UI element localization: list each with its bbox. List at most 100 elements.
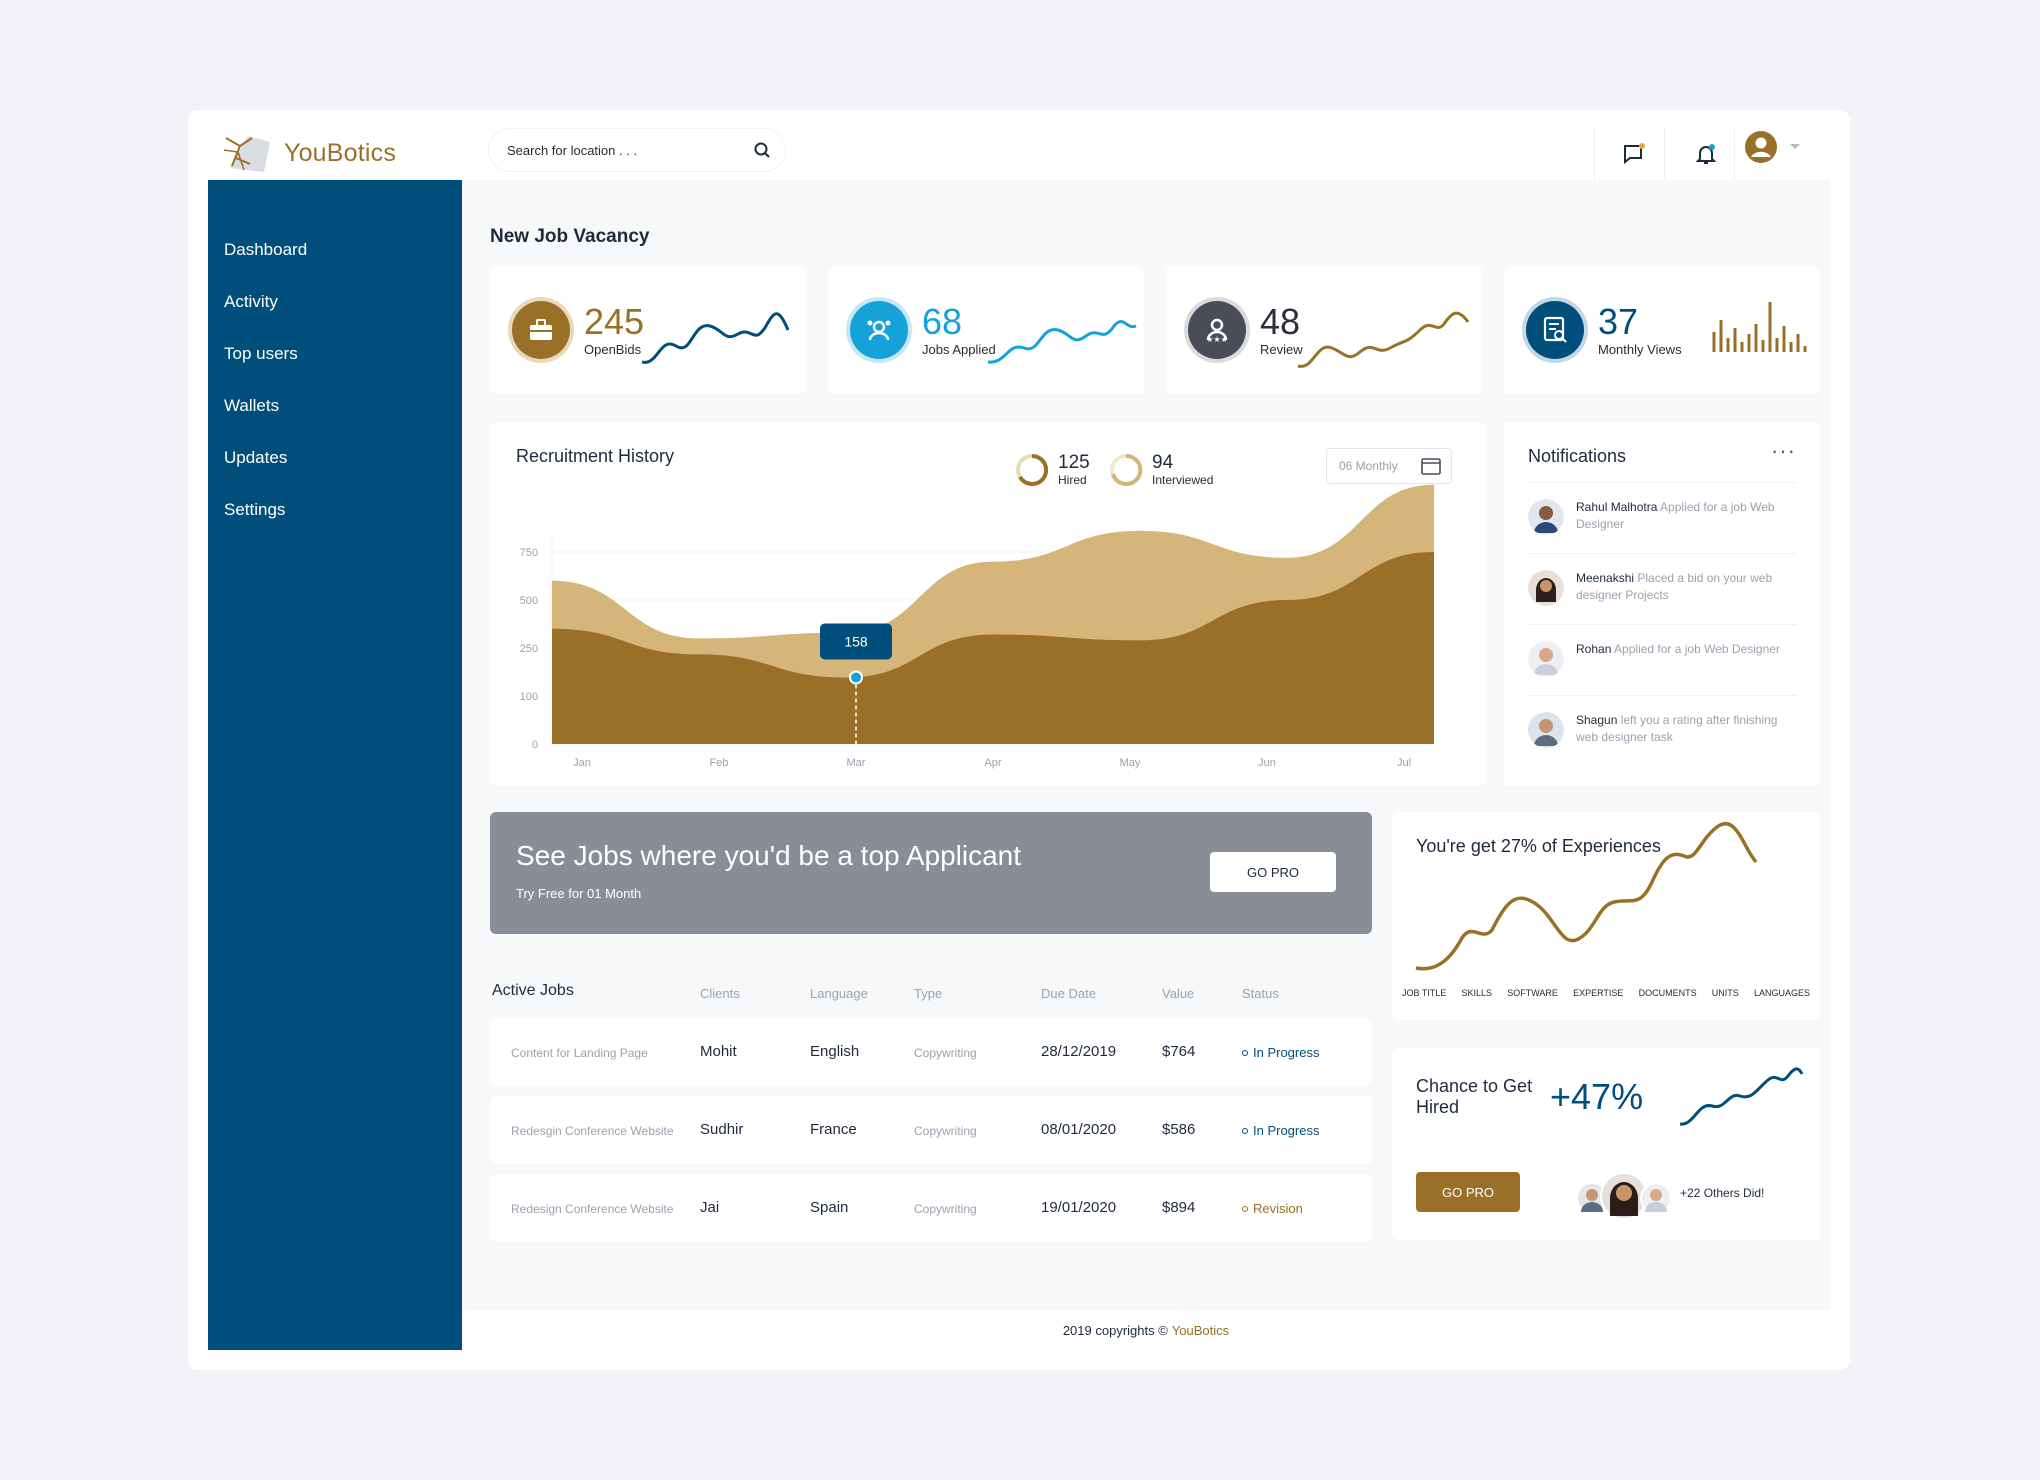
more-options-icon[interactable]: ··· bbox=[1771, 438, 1796, 464]
x-tick-label: Apr bbox=[984, 757, 1001, 769]
bell-icon bbox=[1695, 144, 1717, 164]
recruitment-history-card: Recruitment History 125 Hired 94 Intervi… bbox=[490, 422, 1486, 786]
stat-card-review[interactable]: ★★★ 48 Review bbox=[1166, 266, 1482, 394]
search-bar[interactable] bbox=[488, 128, 786, 172]
stat-card-open-bids[interactable]: 245 OpenBids bbox=[490, 266, 806, 394]
y-tick-label: 250 bbox=[520, 643, 538, 655]
messages-button[interactable] bbox=[1616, 136, 1652, 172]
x-tick-label: May bbox=[1120, 757, 1141, 769]
main-content: New Job Vacancy 245 OpenBids 68 Jobs App… bbox=[462, 180, 1830, 1310]
briefcase-icon bbox=[512, 301, 570, 359]
chance-label: Chance to Get Hired bbox=[1416, 1076, 1533, 1117]
notification-name: Shagun bbox=[1576, 713, 1618, 727]
stat-value: 245 bbox=[584, 300, 645, 342]
axis-label: SOFTWARE bbox=[1507, 988, 1558, 998]
notification-name: Rohan bbox=[1576, 642, 1612, 656]
axis-label: JOB TITLE bbox=[1402, 988, 1447, 998]
highlight-point bbox=[849, 670, 863, 685]
y-tick-label: 100 bbox=[520, 691, 538, 703]
stat-label: OpenBids bbox=[584, 341, 642, 357]
sidebar-item-updates[interactable]: Updates bbox=[208, 432, 462, 484]
column-header[interactable]: Due Date bbox=[1041, 986, 1096, 1001]
header-divider bbox=[1664, 128, 1665, 180]
chance-card: Chance to Get Hired +47% GO PRO +22 Othe… bbox=[1392, 1048, 1820, 1240]
notification-item[interactable]: Rohan Applied for a job Web Designer bbox=[1528, 624, 1796, 695]
search-input[interactable] bbox=[507, 142, 753, 158]
sidebar-item-dashboard[interactable]: Dashboard bbox=[208, 224, 462, 276]
axis-label: EXPERTISE bbox=[1573, 988, 1624, 998]
job-value: $764 bbox=[1162, 1043, 1196, 1060]
x-tick-label: Feb bbox=[710, 757, 729, 769]
avatar bbox=[1528, 570, 1564, 606]
sparkline bbox=[1679, 1067, 1804, 1126]
job-due-date: 19/01/2020 bbox=[1041, 1199, 1117, 1216]
job-value: $586 bbox=[1162, 1121, 1196, 1138]
notifications-card: Notifications ··· Rahul Malhotra Applied… bbox=[1504, 422, 1820, 786]
column-header[interactable]: Language bbox=[810, 986, 868, 1001]
job-value: $894 bbox=[1162, 1199, 1196, 1216]
active-jobs-header: Active Jobs Clients Language Type Due Da… bbox=[462, 982, 1362, 1006]
go-pro-button[interactable]: GO PRO bbox=[1210, 852, 1336, 892]
status-badge: In Progress bbox=[1242, 1045, 1319, 1060]
sidebar-item-top-users[interactable]: Top users bbox=[208, 328, 462, 380]
search-icon[interactable] bbox=[753, 141, 771, 159]
others-count: +22 Others Did! bbox=[1680, 1186, 1765, 1200]
job-language: Spain bbox=[810, 1199, 849, 1216]
footer: 2019 copyrights © YouBotics bbox=[462, 1310, 1830, 1350]
x-tick-label: Mar bbox=[847, 757, 866, 769]
job-due-date: 28/12/2019 bbox=[1041, 1043, 1117, 1060]
stat-card-monthly-views[interactable]: 37 Monthly Views bbox=[1504, 266, 1820, 394]
review-icon: ★★★ bbox=[1188, 301, 1246, 359]
notification-item[interactable]: Meenakshi Placed a bid on your web desig… bbox=[1528, 553, 1796, 624]
avatar bbox=[1528, 499, 1564, 535]
profile-menu[interactable] bbox=[1744, 130, 1802, 164]
stat-value: 37 bbox=[1598, 300, 1639, 342]
axis-label: DOCUMENTS bbox=[1638, 988, 1697, 998]
sidebar-item-activity[interactable]: Activity bbox=[208, 276, 462, 328]
avatar bbox=[1528, 712, 1564, 748]
table-row[interactable]: Redesgin Conference Website Sudhir Franc… bbox=[490, 1096, 1372, 1164]
footer-brand-link[interactable]: YouBotics bbox=[1172, 1323, 1229, 1338]
notification-item[interactable]: Shagun left you a rating after finishing… bbox=[1528, 695, 1796, 766]
promo-subtitle: Try Free for 01 Month bbox=[516, 886, 642, 901]
job-language: France bbox=[810, 1121, 857, 1138]
notifications-button[interactable] bbox=[1688, 136, 1724, 172]
axis-label: LANGUAGES bbox=[1753, 988, 1810, 998]
promo-title: See Jobs where you'd be a top Applicant bbox=[516, 840, 1022, 871]
experience-axis: JOB TITLE SKILLS SOFTWARE EXPERTISE DOCU… bbox=[1402, 988, 1810, 998]
sparkline bbox=[1297, 311, 1470, 368]
promo-banner: See Jobs where you'd be a top Applicant … bbox=[490, 812, 1372, 934]
header-divider bbox=[1734, 128, 1735, 180]
notification-item[interactable]: Rahul Malhotra Applied for a job Web Des… bbox=[1528, 482, 1796, 553]
axis-label: SKILLS bbox=[1461, 988, 1493, 998]
sparkline bbox=[987, 320, 1137, 364]
column-header[interactable]: Value bbox=[1162, 986, 1194, 1001]
job-title: Redesgin Conference Website bbox=[511, 1124, 674, 1138]
job-language: English bbox=[810, 1043, 860, 1060]
sidebar-item-settings[interactable]: Settings bbox=[208, 484, 462, 536]
table-row[interactable]: Redesign Conference Website Jai Spain Co… bbox=[490, 1174, 1372, 1242]
stat-card-jobs-applied[interactable]: 68 Jobs Applied bbox=[828, 266, 1144, 394]
sidebar-item-wallets[interactable]: Wallets bbox=[208, 380, 462, 432]
job-client: Jai bbox=[700, 1199, 720, 1216]
x-tick-label: Jun bbox=[1258, 757, 1276, 769]
column-header: Active Jobs bbox=[492, 982, 574, 999]
logo[interactable]: YouBotics bbox=[218, 128, 396, 178]
go-pro-button[interactable]: GO PRO bbox=[1416, 1172, 1520, 1212]
notifications-title: Notifications bbox=[1528, 446, 1627, 466]
status-badge: Revision bbox=[1242, 1201, 1303, 1216]
column-header[interactable]: Status bbox=[1242, 986, 1279, 1001]
logo-icon bbox=[223, 136, 270, 172]
column-header[interactable]: Clients bbox=[700, 986, 740, 1001]
y-tick-label: 500 bbox=[520, 595, 538, 607]
job-title: Content for Landing Page bbox=[511, 1046, 648, 1060]
bar-sparkline bbox=[1712, 302, 1807, 352]
table-row[interactable]: Content for Landing Page Mohit English C… bbox=[490, 1018, 1372, 1086]
brand-name: YouBotics bbox=[284, 138, 397, 167]
column-header[interactable]: Type bbox=[914, 986, 942, 1001]
tooltip-value: 158 bbox=[844, 633, 868, 649]
avatar bbox=[1528, 641, 1564, 677]
notifications-list: Rahul Malhotra Applied for a job Web Des… bbox=[1528, 482, 1796, 766]
document-search-icon bbox=[1526, 301, 1584, 359]
user-avatar-icon bbox=[1745, 131, 1777, 163]
